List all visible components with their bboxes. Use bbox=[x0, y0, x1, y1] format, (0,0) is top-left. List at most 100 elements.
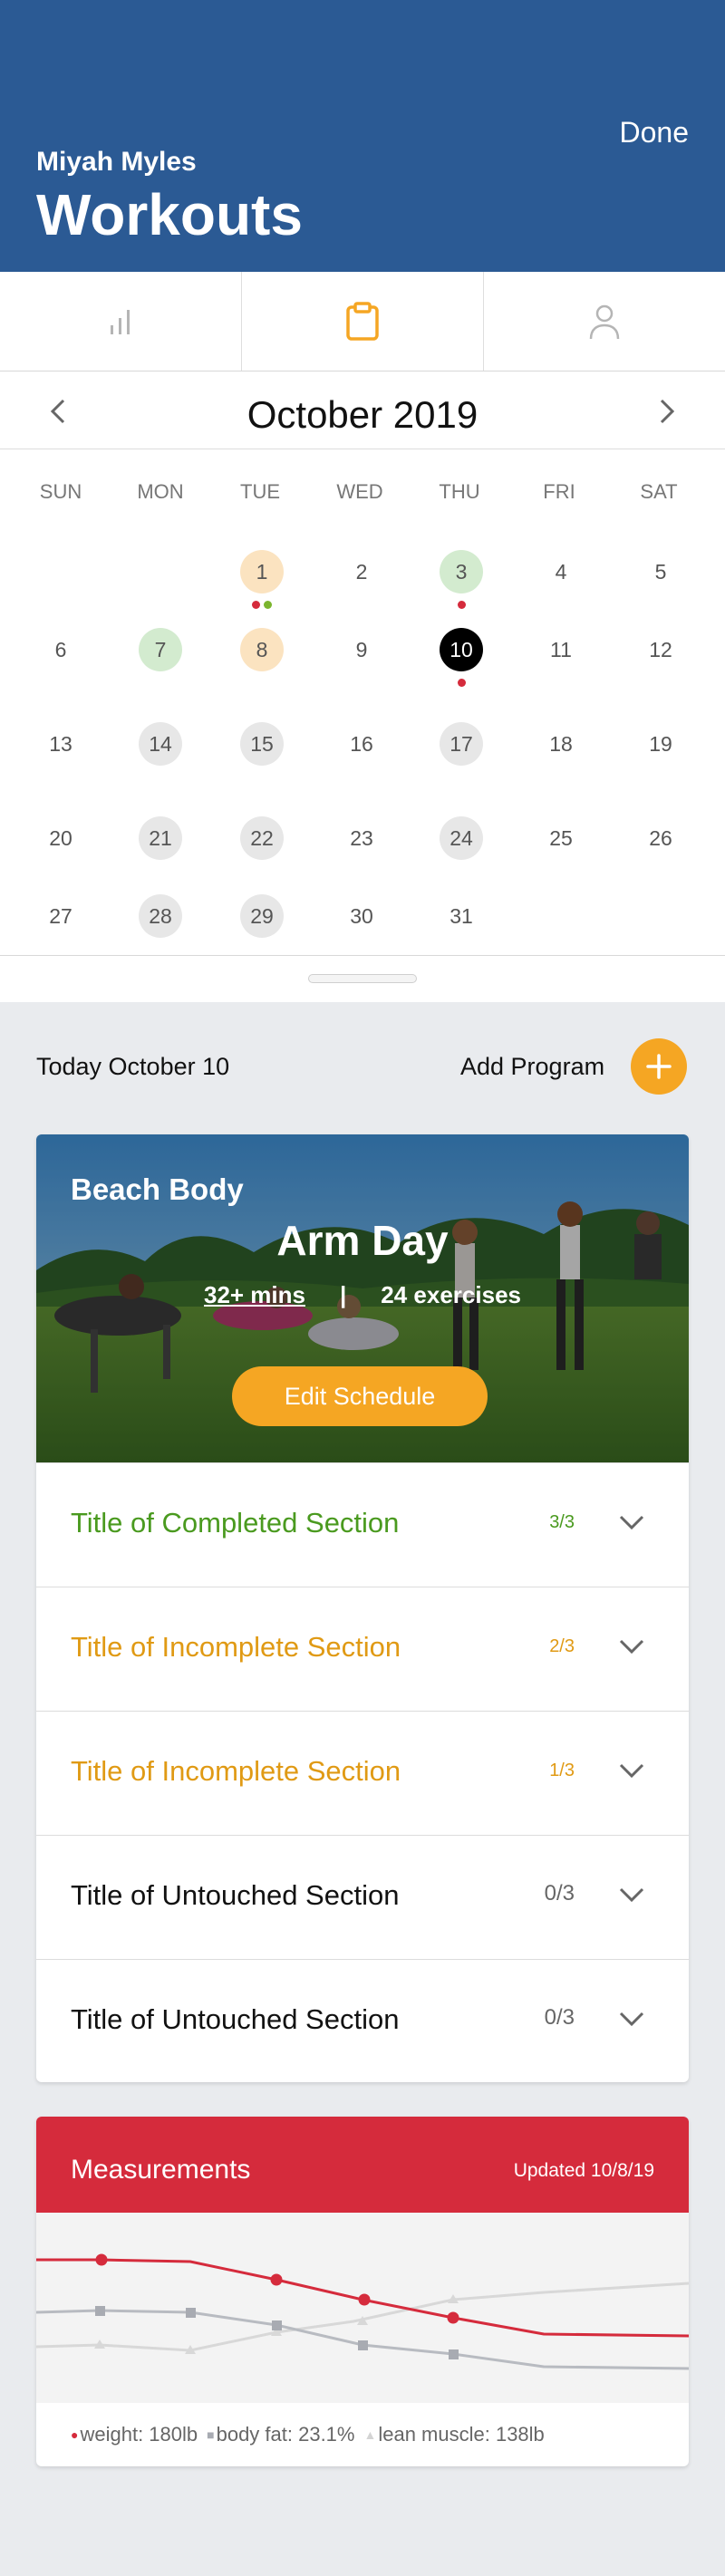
calendar-day[interactable]: 18 bbox=[539, 722, 583, 766]
legend-marker: ▲ bbox=[363, 2427, 377, 2442]
workout-title: Arm Day bbox=[276, 1217, 449, 1264]
calendar-day[interactable]: 4 bbox=[539, 550, 583, 593]
weekday-label: SUN bbox=[39, 480, 82, 503]
calendar-month-title: October 2019 bbox=[246, 393, 478, 436]
weight-point bbox=[447, 2311, 459, 2324]
plus-icon bbox=[646, 1054, 672, 1079]
meta-separator: | bbox=[340, 1281, 347, 1308]
workout-dot bbox=[457, 679, 466, 687]
calendar-day[interactable]: 21 bbox=[139, 816, 182, 860]
calendar-day[interactable]: 17 bbox=[440, 722, 483, 766]
weekday-label: TUE bbox=[240, 480, 280, 503]
calendar-day[interactable]: 11 bbox=[539, 628, 583, 671]
measurements-card[interactable]: Measurements Updated 10/8/19 ● weight: 18… bbox=[36, 2117, 689, 2466]
calendar-day[interactable]: 3 bbox=[440, 550, 483, 593]
legend-marker: ● bbox=[71, 2427, 79, 2442]
calendar-day[interactable]: 2 bbox=[340, 550, 383, 593]
chevron-right-icon bbox=[660, 399, 675, 424]
calendar-day[interactable]: 8 bbox=[240, 628, 284, 671]
chevron-down-icon bbox=[619, 2012, 644, 2027]
calendar-day[interactable]: 20 bbox=[39, 816, 82, 860]
body-fat-point bbox=[449, 2349, 459, 2359]
measurements-updated: Updated 10/8/19 bbox=[513, 2160, 654, 2181]
legend-label: weight: 180lb bbox=[80, 2423, 198, 2446]
calendar-day[interactable]: 29 bbox=[240, 894, 284, 938]
section-title: Title of Completed Section bbox=[71, 1507, 400, 1539]
measurements-legend: ● weight: 180lb ■ body fat: 23.1% ▲ lean musc… bbox=[71, 2423, 554, 2446]
calendar-day[interactable]: 14 bbox=[139, 722, 182, 766]
calendar-day[interactable]: 16 bbox=[340, 722, 383, 766]
calendar-day[interactable]: 7 bbox=[139, 628, 182, 671]
calendar-day[interactable]: 12 bbox=[639, 628, 682, 671]
section-progress: 3/3 bbox=[549, 1512, 575, 1532]
calendar-day-today[interactable]: 10 bbox=[440, 628, 483, 671]
today-label: Today October 10 bbox=[36, 1053, 230, 1080]
calendar-day[interactable]: 27 bbox=[39, 894, 82, 938]
clipboard-icon bbox=[346, 301, 379, 341]
drawer-handle-row bbox=[0, 955, 725, 1002]
weekday-label: FRI bbox=[543, 480, 575, 503]
section-progress: 1/3 bbox=[549, 1761, 575, 1780]
add-program-button[interactable] bbox=[631, 1038, 687, 1095]
add-program-label[interactable]: Add Program bbox=[460, 1053, 604, 1081]
section-row[interactable]: Title of Completed Section 3/3 bbox=[36, 1462, 689, 1587]
done-button[interactable]: Done bbox=[620, 116, 690, 150]
tab-workouts[interactable] bbox=[242, 272, 484, 371]
tab-bar bbox=[0, 272, 725, 371]
chevron-down-icon bbox=[619, 1515, 644, 1530]
calendar: October 2019 SUN MON TUE WED THU FRI SAT 12345… bbox=[0, 371, 725, 955]
duration-link[interactable]: 32+ mins bbox=[204, 1281, 305, 1308]
weight-point bbox=[270, 2273, 283, 2286]
page-title: Workouts bbox=[36, 182, 303, 247]
calendar-day[interactable]: 28 bbox=[139, 894, 182, 938]
chevron-down-icon bbox=[619, 1639, 644, 1655]
calendar-day[interactable]: 23 bbox=[340, 816, 383, 860]
weight-point bbox=[358, 2293, 371, 2306]
measurements-title: Measurements bbox=[71, 2155, 251, 2185]
body-fat-point bbox=[358, 2340, 368, 2350]
calendar-day[interactable]: 1 bbox=[240, 550, 284, 593]
measurements-sparklines bbox=[36, 2253, 689, 2370]
calendar-day[interactable]: 6 bbox=[39, 628, 82, 671]
tab-stats[interactable] bbox=[0, 272, 242, 371]
body-fat-point bbox=[186, 2308, 196, 2318]
workout-card: Beach Body Arm Day 32+ mins | 24 exercises… bbox=[36, 1134, 689, 2082]
next-month-button[interactable] bbox=[647, 391, 687, 431]
weekday-label: MON bbox=[137, 480, 184, 503]
measurements-header: Measurements Updated 10/8/19 bbox=[36, 2117, 689, 2213]
calendar-day[interactable]: 24 bbox=[440, 816, 483, 860]
chevron-down-icon bbox=[619, 1887, 644, 1903]
calendar-day[interactable]: 13 bbox=[39, 722, 82, 766]
calendar-day[interactable]: 31 bbox=[440, 894, 483, 938]
exercise-count: 24 exercises bbox=[381, 1281, 521, 1308]
chevron-down-icon bbox=[619, 1763, 644, 1779]
section-title: Title of Incomplete Section bbox=[71, 1631, 401, 1663]
section-row[interactable]: Title of Untouched Section 0/3 bbox=[36, 1835, 689, 1959]
workout-dot bbox=[457, 601, 466, 609]
section-title: Title of Untouched Section bbox=[71, 1879, 400, 1911]
app-header: Done Miyah Myles Workouts bbox=[0, 0, 725, 272]
section-row[interactable]: Title of Untouched Section 0/3 bbox=[36, 1959, 689, 2082]
calendar-day[interactable]: 5 bbox=[639, 550, 682, 593]
calendar-day[interactable]: 19 bbox=[639, 722, 682, 766]
section-row[interactable]: Title of Incomplete Section 1/3 bbox=[36, 1711, 689, 1835]
weekday-label: WED bbox=[336, 480, 383, 503]
calendar-day[interactable]: 30 bbox=[340, 894, 383, 938]
edit-schedule-button[interactable]: Edit Schedule bbox=[232, 1366, 488, 1426]
legend-label: body fat: 23.1% bbox=[216, 2423, 355, 2446]
weekday-label: SAT bbox=[640, 480, 678, 503]
workout-dot bbox=[252, 601, 260, 609]
section-progress: 0/3 bbox=[544, 1881, 575, 1905]
calendar-day[interactable]: 25 bbox=[539, 816, 583, 860]
legend-marker: ■ bbox=[207, 2427, 215, 2442]
calendar-day[interactable]: 22 bbox=[240, 816, 284, 860]
calendar-day[interactable]: 15 bbox=[240, 722, 284, 766]
workout-hero-image: Beach Body Arm Day 32+ mins | 24 exercises… bbox=[36, 1134, 689, 1462]
person-icon bbox=[589, 304, 620, 339]
section-row[interactable]: Title of Incomplete Section 2/3 bbox=[36, 1587, 689, 1711]
calendar-day[interactable]: 26 bbox=[639, 816, 682, 860]
weight-point bbox=[95, 2253, 108, 2266]
calendar-day[interactable]: 9 bbox=[340, 628, 383, 671]
tab-profile[interactable] bbox=[484, 272, 725, 371]
drawer-handle[interactable] bbox=[308, 974, 417, 983]
